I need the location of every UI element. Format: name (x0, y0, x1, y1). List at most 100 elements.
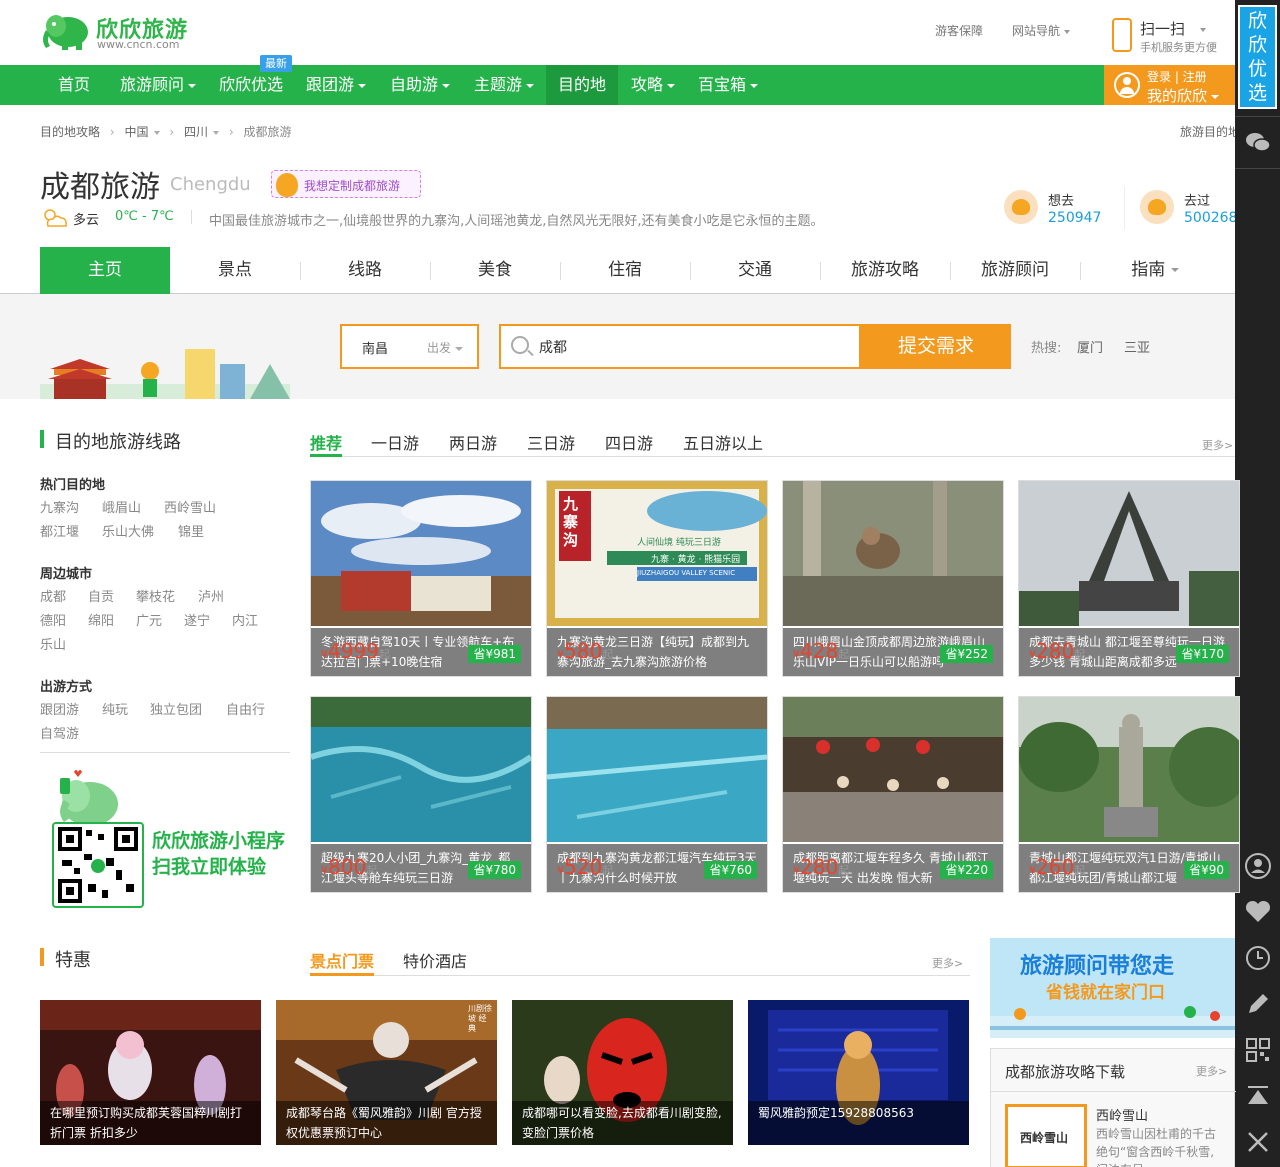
consultant-ad-banner[interactable]: 旅游顾问带您走 省钱就在家门口 (990, 938, 1235, 1038)
tab-travel-guide[interactable]: 旅游攻略 (820, 247, 950, 294)
route-card[interactable]: 冬游西藏自驾10天丨专业领航车+布达拉宫门票+10晚住宿 ¥4999起 省¥98… (310, 480, 532, 677)
city-link[interactable]: 成都 (40, 586, 66, 605)
travel-mode-link[interactable]: 自驾游 (40, 723, 79, 742)
been-there[interactable]: 去过 500268 (1140, 186, 1235, 232)
my-account-link[interactable]: 我的欣欣 (1147, 85, 1220, 106)
login-area[interactable]: 登录 | 注册 我的欣欣 (1104, 65, 1235, 105)
route-tab-recommended[interactable]: 推荐 (310, 430, 342, 454)
route-tab-five-plus[interactable]: 五日游以上 (683, 430, 763, 454)
departure-select[interactable]: 南昌 出发 (340, 324, 479, 369)
tab-food[interactable]: 美食 (430, 247, 560, 294)
nav-home[interactable]: 首页 (40, 65, 108, 105)
tab-consultant[interactable]: 旅游顾问 (950, 247, 1080, 294)
user-center-icon[interactable] (1244, 852, 1272, 880)
destination-link[interactable]: 西岭雪山 (164, 497, 216, 516)
want-to-go[interactable]: 想去 250947 (1004, 186, 1114, 232)
breadcrumb-item[interactable]: 目的地攻略 (40, 125, 100, 139)
destination-link[interactable]: 旅游目的地 (1180, 123, 1235, 140)
travel-mode-link[interactable]: 跟团游 (40, 699, 79, 718)
tab-routes[interactable]: 线路 (300, 247, 430, 294)
route-tab-two-day[interactable]: 两日游 (449, 430, 497, 454)
destination-link[interactable]: 九寨沟 (40, 497, 79, 516)
travel-mode-link[interactable]: 自由行 (226, 699, 265, 718)
city-link[interactable]: 自贡 (88, 586, 114, 605)
chevron-right-icon: › (169, 125, 175, 139)
ticket-card[interactable]: 成都哪可以看变脸,去成都看川剧变脸,变脸门票价格 (512, 1000, 733, 1167)
city-link[interactable]: 内江 (232, 610, 258, 629)
close-icon[interactable] (1244, 1128, 1272, 1156)
city-link[interactable]: 乐山 (40, 634, 66, 653)
travel-mode-link[interactable]: 纯玩 (102, 699, 128, 718)
route-card[interactable]: 成都去青城山 都江堰至尊纯玩一日游多少钱 青城山距离成都多远 ¥280起 省¥1… (1018, 480, 1240, 677)
city-link[interactable]: 绵阳 (88, 610, 114, 629)
hot-search-link[interactable]: 厦门 (1077, 337, 1103, 356)
login-register-link[interactable]: 登录 | 注册 (1147, 68, 1207, 85)
guide-item-desc: 西岭雪山因杜甫的千古绝句“窗含西岭千秋雪,门泊东吴 (1096, 1127, 1217, 1167)
tab-hotels[interactable]: 住宿 (560, 247, 690, 294)
feedback-pencil-icon[interactable] (1244, 990, 1272, 1018)
deal-tab-tickets[interactable]: 景点门票 (310, 948, 374, 972)
route-card[interactable]: 超级九寨20人小团_九寨沟_黄龙_都江堰头等舱车纯玩三日游 ¥800起 省¥78… (310, 696, 532, 893)
route-tab-three-day[interactable]: 三日游 (527, 430, 575, 454)
city-link[interactable]: 德阳 (40, 610, 66, 629)
sitemap-link[interactable]: 网站导航 (1012, 22, 1070, 39)
route-card[interactable]: 成都距离都江堰车程多久 青城山都江堰纯玩一天 出发晚 恒大新 ¥280起 省¥2… (782, 696, 1004, 893)
route-image (1019, 481, 1239, 626)
route-card[interactable]: 九寨沟 人间仙境 纯玩三日游 九寨 · 黄龙 · 熊猫乐园 JIUZHAIGOU… (546, 480, 768, 677)
route-card[interactable]: 成都到九寨沟黄龙都江堰汽车纯玩3天丨九寨沟什么时候开放 ¥520起 省¥760 (546, 696, 768, 893)
city-link[interactable]: 广元 (136, 610, 162, 629)
site-logo[interactable]: 欣欣旅游 www.cncn.com (40, 8, 190, 56)
route-card[interactable]: 青城山都江堰纯玩双汽1日游/青城山都江堰纯玩团/青城山都江堰 ¥260起 省¥9… (1018, 696, 1240, 893)
route-tab-one-day[interactable]: 一日游 (371, 430, 419, 454)
nav-group-tour[interactable]: 跟团游 (296, 65, 376, 105)
scan-qr[interactable]: 扫一扫 手机服务更方便 (1112, 14, 1232, 58)
destination-link[interactable]: 峨眉山 (102, 497, 141, 516)
destination-link[interactable]: 都江堰 (40, 521, 79, 540)
travel-mode-link[interactable]: 独立包团 (150, 699, 202, 718)
guarantee-link[interactable]: 游客保障 (935, 22, 983, 39)
ad-line2: 省钱就在家门口 (1046, 983, 1165, 1003)
deal-tab-hotels[interactable]: 特价酒店 (403, 948, 467, 972)
tab-attractions[interactable]: 景点 (170, 247, 300, 294)
route-card[interactable]: 四川峨眉山金顶成都周边旅游峨眉山乐山VIP一日乐山可以船游吗 ¥428起 省¥2… (782, 480, 1004, 677)
ticket-card[interactable]: 蜀风雅韵预定15928808563 (748, 1000, 969, 1167)
custom-trip-button[interactable]: 我想定制成都旅游 (271, 170, 421, 198)
tab-home[interactable]: 主页 (40, 247, 170, 294)
youxuan-promo[interactable]: 欣欣优选 (1238, 5, 1277, 109)
more-guides-link[interactable]: 更多> (1196, 1063, 1227, 1079)
tab-handbook[interactable]: 指南 (1080, 247, 1230, 294)
chevron-down-icon (358, 83, 366, 88)
breadcrumb-item[interactable]: 中国 (124, 125, 148, 139)
nav-consultant[interactable]: 旅游顾问 (110, 65, 206, 105)
search-input[interactable] (539, 336, 839, 358)
city-link[interactable]: 遂宁 (184, 610, 210, 629)
nav-toolbox[interactable]: 百宝箱 (688, 65, 768, 105)
mini-program-line1: 欣欣旅游小程序 (152, 830, 286, 852)
qr-code-icon[interactable] (1244, 1036, 1272, 1064)
tab-transport[interactable]: 交通 (690, 247, 820, 294)
more-deals-link[interactable]: 更多> (932, 955, 963, 971)
submit-request-button[interactable]: 提交需求 (861, 324, 1011, 369)
chevron-down-icon (526, 83, 534, 88)
guide-item-title[interactable]: 西岭雪山 (1096, 1105, 1148, 1124)
guide-book-cover[interactable]: 西岭雪山 (1005, 1104, 1087, 1167)
ticket-card[interactable]: 在哪里预订购买成都芙蓉国粹川剧打折门票 折扣多少 (40, 1000, 261, 1167)
elephant-mascot-icon (60, 770, 118, 826)
route-tab-four-day[interactable]: 四日游 (605, 430, 653, 454)
city-link[interactable]: 攀枝花 (136, 586, 175, 605)
destination-link[interactable]: 锦里 (178, 521, 204, 540)
back-to-top-icon[interactable] (1244, 1082, 1272, 1110)
nav-guide[interactable]: 攻略 (620, 65, 686, 105)
history-clock-icon[interactable] (1244, 944, 1272, 972)
more-routes-link[interactable]: 更多> (1202, 437, 1233, 453)
hot-search-link[interactable]: 三亚 (1124, 337, 1150, 356)
city-link[interactable]: 泸州 (198, 586, 224, 605)
nav-self-guided[interactable]: 自助游 (380, 65, 460, 105)
favorite-heart-icon[interactable] (1244, 898, 1272, 926)
wechat-icon[interactable] (1244, 128, 1272, 156)
destination-link[interactable]: 乐山大佛 (102, 521, 154, 540)
ticket-card[interactable]: 川剧徐坡 经典 成都琴台路《蜀风雅韵》川剧 官方授权优惠票预订中心 (276, 1000, 497, 1167)
nav-destination[interactable]: 目的地 (546, 65, 618, 105)
nav-theme-tour[interactable]: 主题游 (464, 65, 544, 105)
breadcrumb-item[interactable]: 四川 (184, 125, 208, 139)
